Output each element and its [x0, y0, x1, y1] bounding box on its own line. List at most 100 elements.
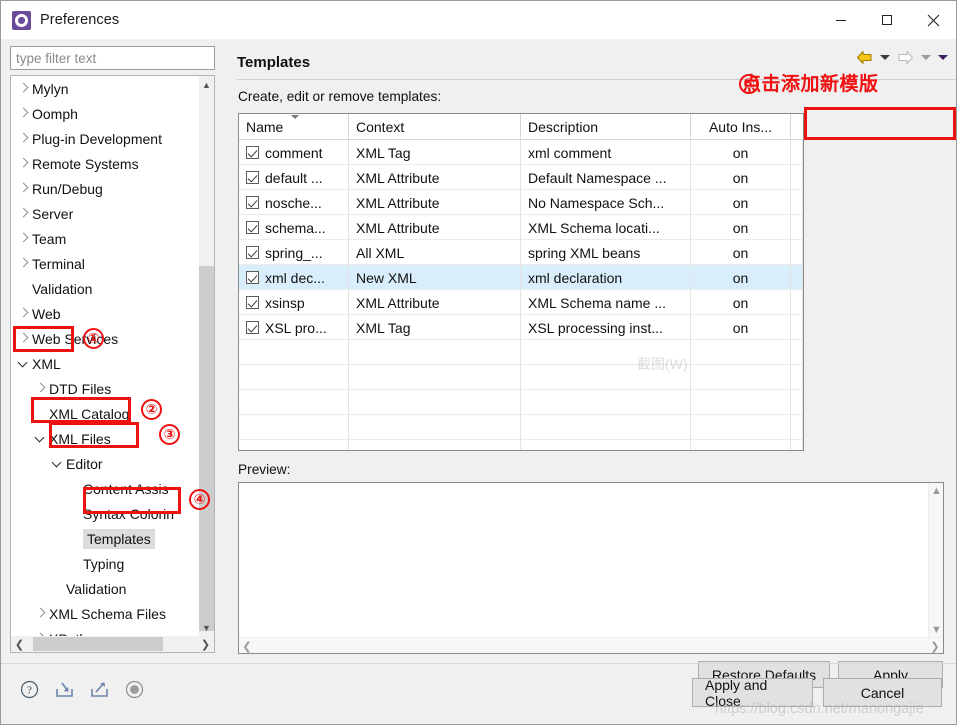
sidebar-item-dtd-files[interactable]: DTD Files	[11, 376, 201, 401]
sidebar-item-label: Templates	[83, 528, 155, 549]
sidebar-item-xml[interactable]: XML	[11, 351, 201, 376]
back-menu-caret-down-icon[interactable]	[877, 47, 892, 67]
maximize-icon[interactable]	[864, 1, 910, 39]
chevron-down-icon[interactable]	[32, 430, 49, 447]
scroll-up-icon[interactable]: ▲	[199, 76, 214, 93]
sidebar-item-xml-schema-files[interactable]: XML Schema Files	[11, 601, 201, 626]
scroll-down-icon[interactable]: ▼	[929, 622, 944, 638]
scroll-up-icon[interactable]: ▲	[929, 483, 944, 499]
template-enabled-checkbox[interactable]	[246, 296, 259, 309]
scroll-thumb-horizontal[interactable]	[33, 637, 163, 651]
chevron-right-icon[interactable]	[15, 330, 32, 347]
search-input[interactable]: type filter text	[10, 46, 215, 70]
sidebar-item-xml-catalog[interactable]: XML Catalog	[11, 401, 201, 426]
tree-vertical-scrollbar[interactable]: ▲ ▼	[199, 76, 214, 636]
scroll-down-icon[interactable]: ▼	[199, 619, 214, 636]
column-header-name[interactable]: Name	[239, 114, 349, 140]
minimize-icon[interactable]	[818, 1, 864, 39]
sidebar-item-xpath[interactable]: XPath	[11, 626, 201, 637]
preview-horizontal-scrollbar[interactable]: ❮ ❯	[239, 637, 943, 653]
column-header-context[interactable]: Context	[349, 114, 521, 140]
cell-spacer	[791, 240, 803, 265]
chevron-down-icon[interactable]	[49, 455, 66, 472]
import-icon[interactable]	[52, 677, 76, 701]
sidebar-item-mylyn[interactable]: Mylyn	[11, 76, 201, 101]
template-enabled-checkbox[interactable]	[246, 321, 259, 334]
chevron-right-icon[interactable]	[32, 605, 49, 622]
chevron-right-icon[interactable]	[15, 130, 32, 147]
scroll-right-icon[interactable]: ❯	[927, 638, 943, 654]
cell-name-label: nosche...	[265, 194, 322, 211]
apply-and-close-button[interactable]: Apply and Close	[692, 677, 813, 709]
sidebar-item-oomph[interactable]: Oomph	[11, 101, 201, 126]
sidebar-item-web[interactable]: Web	[11, 301, 201, 326]
scroll-right-icon[interactable]: ❯	[197, 636, 214, 652]
record-icon[interactable]	[122, 677, 146, 701]
cell-spacer	[791, 190, 803, 215]
scroll-left-icon[interactable]: ❮	[11, 636, 28, 652]
chevron-right-icon[interactable]	[15, 255, 32, 272]
sidebar-item-templates[interactable]: Templates	[11, 526, 201, 551]
sidebar-item-content-assis[interactable]: Content Assis	[11, 476, 201, 501]
table-row[interactable]: nosche... XML Attribute No Namespace Sch..…	[239, 190, 803, 215]
table-row[interactable]: XSL pro... XML Tag XSL processing inst... o…	[239, 315, 803, 340]
chevron-right-icon[interactable]	[15, 155, 32, 172]
back-arrow-icon[interactable]	[853, 47, 875, 67]
chevron-down-icon[interactable]	[15, 355, 32, 372]
table-row[interactable]: xsinsp XML Attribute XML Schema name ... on	[239, 290, 803, 315]
table-row[interactable]: xml dec... New XML xml declaration on	[239, 265, 803, 290]
cell-auto-insert: on	[691, 140, 791, 165]
table-row[interactable]: spring_... All XML spring XML beans on	[239, 240, 803, 265]
template-enabled-checkbox[interactable]	[246, 171, 259, 184]
chevron-right-icon[interactable]	[15, 205, 32, 222]
preferences-tree[interactable]: Mylyn Oomph Plug-in Development Remote Syst…	[10, 75, 215, 653]
template-enabled-checkbox[interactable]	[246, 221, 259, 234]
chevron-right-icon[interactable]	[15, 230, 32, 247]
templates-table[interactable]: Name Context Description Auto Ins... com…	[238, 113, 804, 451]
table-row[interactable]: comment XML Tag xml comment on	[239, 140, 803, 165]
sidebar-item-editor[interactable]: Editor	[11, 451, 201, 476]
sidebar-item-run-debug[interactable]: Run/Debug	[11, 176, 201, 201]
forward-menu-caret-down-icon[interactable]	[918, 47, 933, 67]
template-enabled-checkbox[interactable]	[246, 271, 259, 284]
sidebar-item-typing[interactable]: Typing	[11, 551, 201, 576]
sidebar-item-web-services[interactable]: Web Services	[11, 326, 201, 351]
help-icon[interactable]: ?	[17, 677, 41, 701]
chevron-right-icon[interactable]	[15, 305, 32, 322]
sidebar-item-plug-in-development[interactable]: Plug-in Development	[11, 126, 201, 151]
view-menu-caret-down-icon[interactable]	[935, 47, 950, 67]
export-icon[interactable]	[87, 677, 111, 701]
sidebar-item-syntax-colorin[interactable]: Syntax Colorin	[11, 501, 201, 526]
chevron-right-icon[interactable]	[32, 380, 49, 397]
template-enabled-checkbox[interactable]	[246, 146, 259, 159]
column-header-description[interactable]: Description	[521, 114, 691, 140]
chevron-right-icon[interactable]	[15, 80, 32, 97]
cell-empty	[691, 390, 791, 415]
cell-empty	[521, 340, 691, 365]
close-icon[interactable]	[910, 1, 956, 39]
tree-horizontal-scrollbar[interactable]: ❮ ❯	[11, 636, 214, 652]
footer-divider	[1, 663, 956, 664]
sidebar-item-label: Server	[32, 205, 74, 222]
template-enabled-checkbox[interactable]	[246, 246, 259, 259]
table-row[interactable]: default ... XML Attribute Default Namespac…	[239, 165, 803, 190]
sidebar-item-server[interactable]: Server	[11, 201, 201, 226]
preview-vertical-scrollbar[interactable]: ▲ ▼	[928, 483, 943, 638]
sidebar-item-remote-systems[interactable]: Remote Systems	[11, 151, 201, 176]
scroll-left-icon[interactable]: ❮	[239, 638, 255, 654]
scroll-thumb[interactable]	[199, 266, 214, 631]
template-enabled-checkbox[interactable]	[246, 196, 259, 209]
sidebar-item-validation[interactable]: Validation	[11, 276, 201, 301]
chevron-right-icon[interactable]	[15, 180, 32, 197]
cancel-button[interactable]: Cancel	[823, 678, 942, 707]
sidebar-item-label: Validation	[32, 280, 93, 297]
sidebar-item-validation[interactable]: Validation	[11, 576, 201, 601]
table-row[interactable]: schema... XML Attribute XML Schema locati.…	[239, 215, 803, 240]
chevron-right-icon[interactable]	[15, 105, 32, 122]
forward-arrow-icon[interactable]	[894, 47, 916, 67]
cell-empty	[239, 440, 349, 450]
sidebar-item-team[interactable]: Team	[11, 226, 201, 251]
sort-indicator-icon	[291, 115, 299, 119]
sidebar-item-terminal[interactable]: Terminal	[11, 251, 201, 276]
column-header-auto-insert[interactable]: Auto Ins...	[691, 114, 791, 140]
